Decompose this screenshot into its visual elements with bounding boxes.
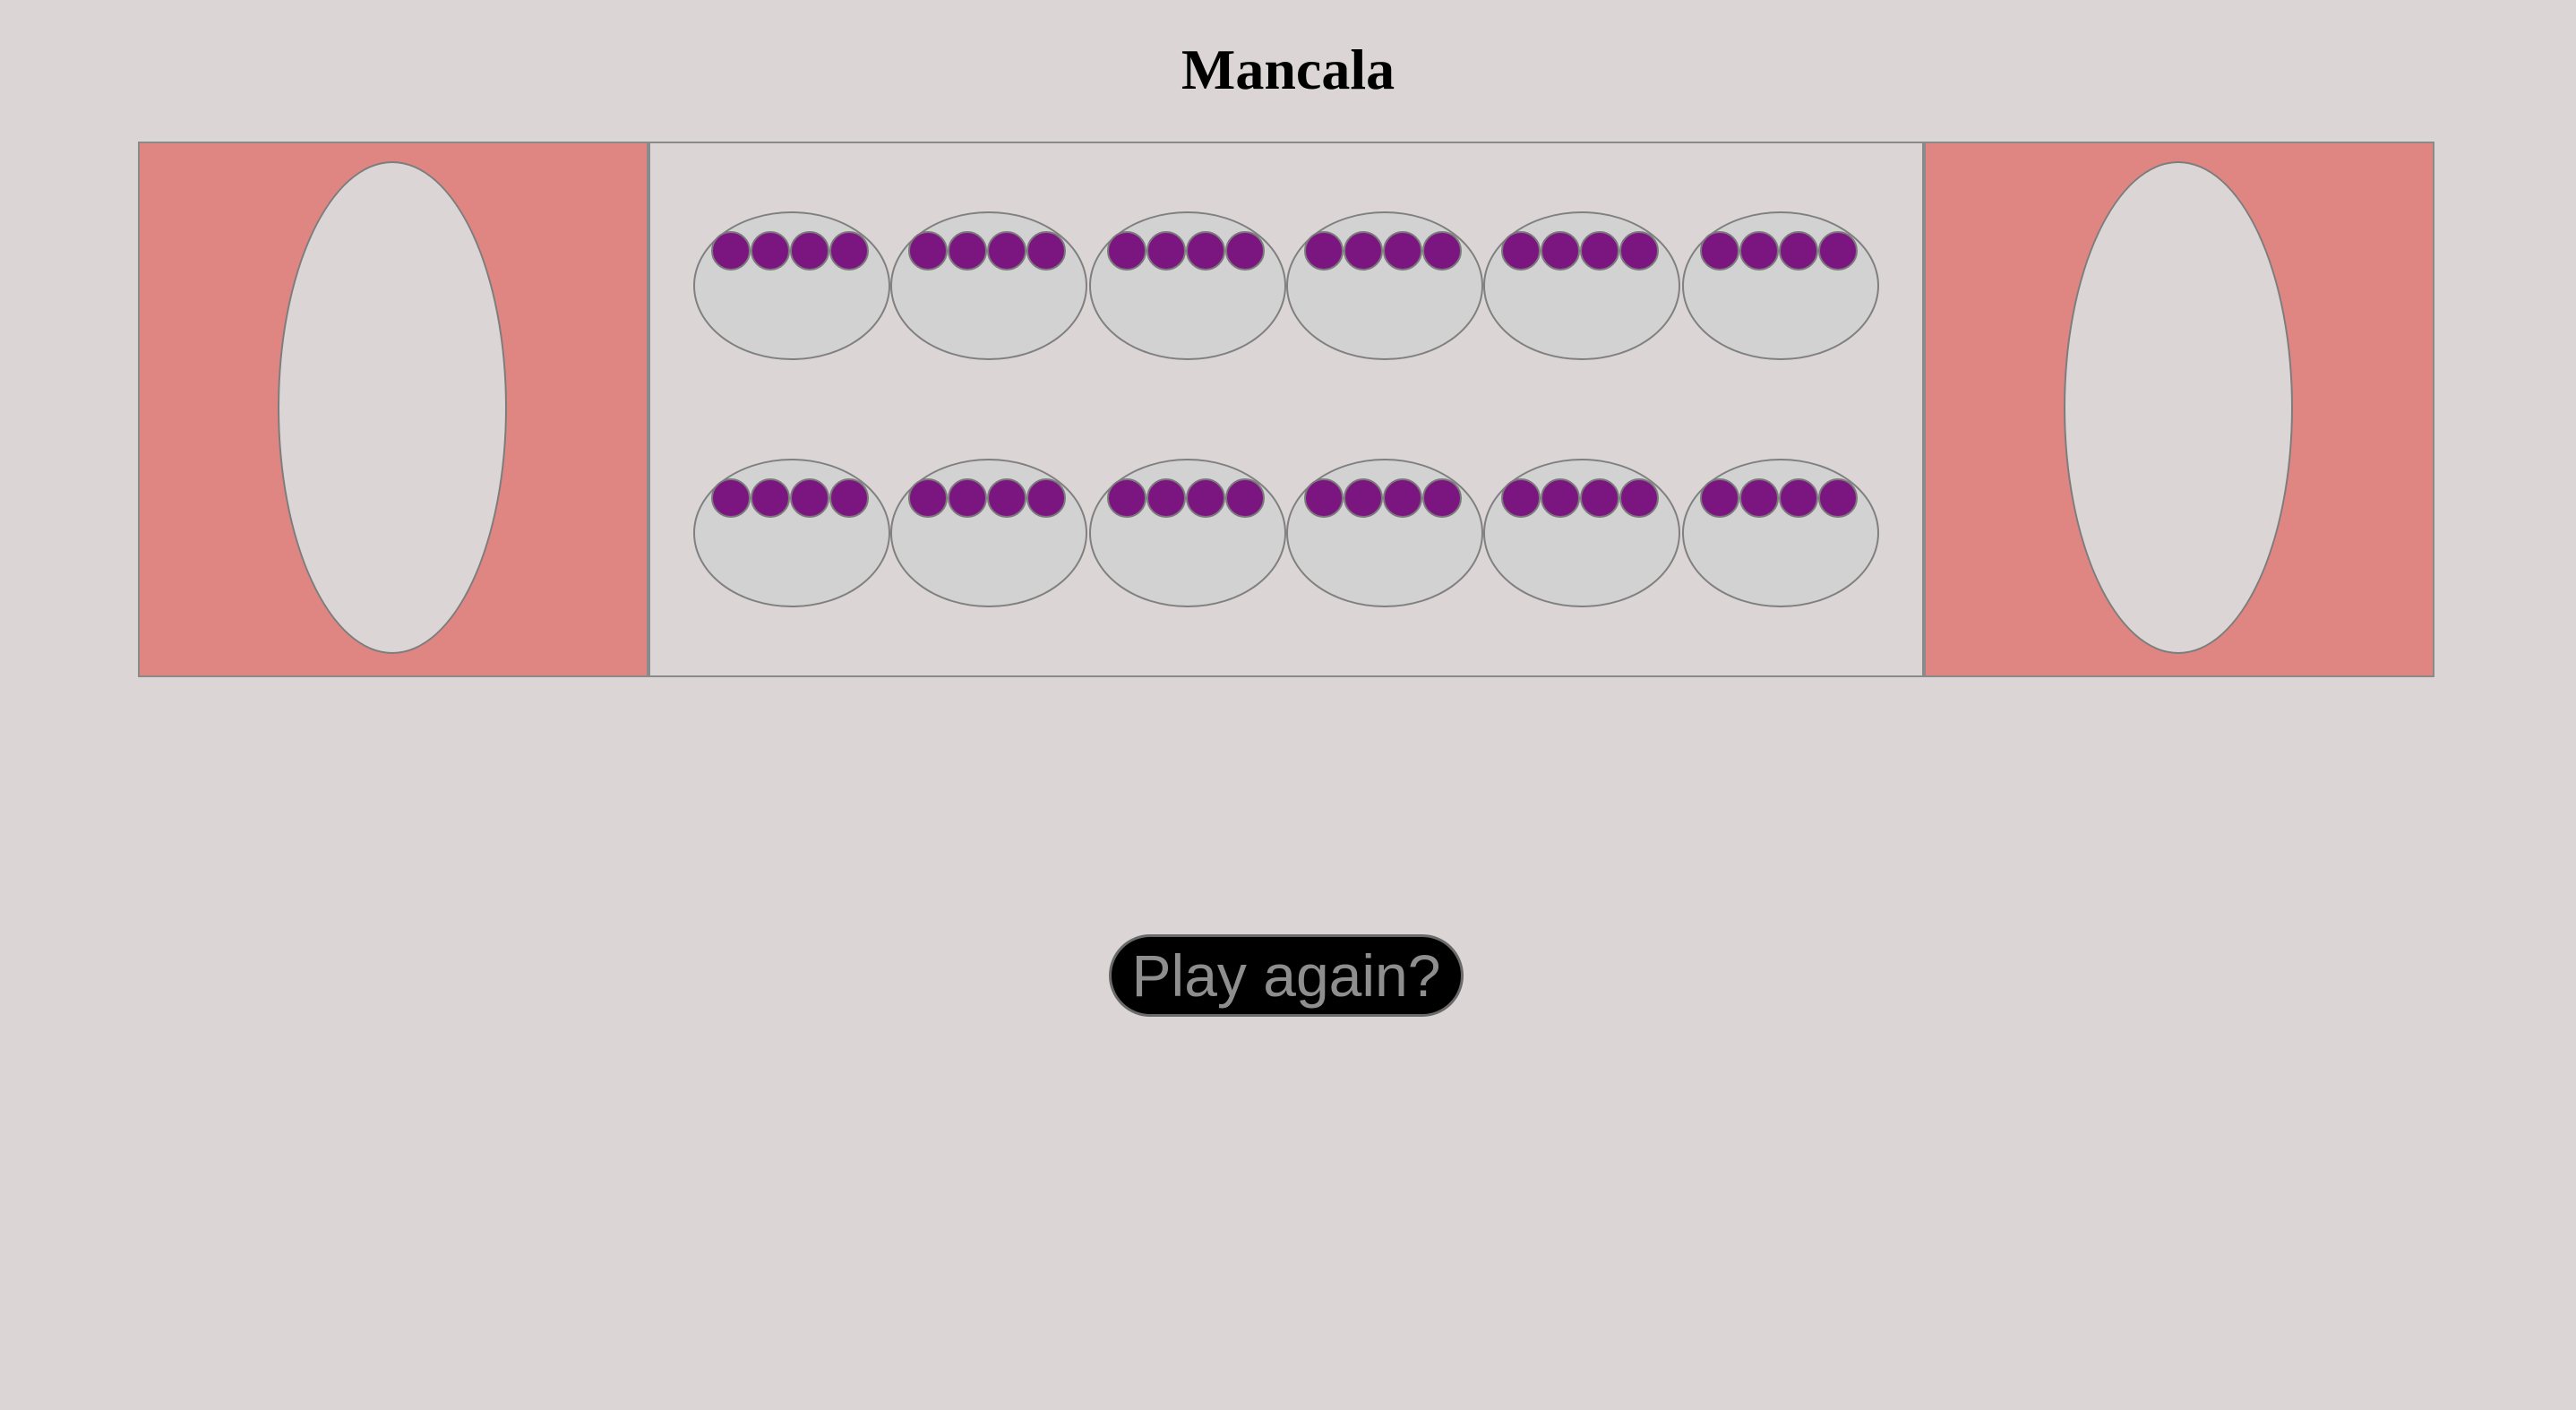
pit-seeds xyxy=(1700,231,1858,271)
seed xyxy=(1501,478,1541,518)
seed xyxy=(1026,231,1066,271)
pit-seeds xyxy=(711,478,869,518)
seed xyxy=(1107,231,1146,271)
pit[interactable] xyxy=(1286,459,1483,607)
pit[interactable] xyxy=(693,459,890,607)
seed xyxy=(1422,231,1462,271)
pit[interactable] xyxy=(890,459,1087,607)
pit[interactable] xyxy=(1682,211,1879,360)
seed xyxy=(1146,478,1186,518)
seed xyxy=(1107,478,1146,518)
store-left-hole[interactable] xyxy=(278,161,507,654)
pit-seeds xyxy=(1700,478,1858,518)
mancala-board xyxy=(138,142,2434,677)
seed xyxy=(1383,231,1422,271)
seed xyxy=(1225,231,1265,271)
seed xyxy=(1779,478,1818,518)
seed xyxy=(1146,231,1186,271)
seed xyxy=(790,478,829,518)
seed xyxy=(1304,478,1344,518)
store-right xyxy=(1924,142,2434,677)
play-again-button[interactable]: Play again? xyxy=(1109,934,1464,1017)
seed xyxy=(1026,478,1066,518)
seed xyxy=(751,231,790,271)
seed xyxy=(1619,478,1659,518)
pit[interactable] xyxy=(693,211,890,360)
pit[interactable] xyxy=(1286,211,1483,360)
pit[interactable] xyxy=(1089,211,1286,360)
page-title: Mancala xyxy=(1181,38,1395,101)
store-right-hole[interactable] xyxy=(2064,161,2293,654)
seed xyxy=(1501,231,1541,271)
pit-seeds xyxy=(1304,231,1462,271)
pit-seeds xyxy=(1501,478,1659,518)
seed xyxy=(1818,231,1858,271)
seed xyxy=(1541,478,1580,518)
seed xyxy=(1304,231,1344,271)
pit-seeds xyxy=(908,478,1066,518)
seed xyxy=(1225,478,1265,518)
seed xyxy=(751,478,790,518)
seed xyxy=(1700,478,1739,518)
seed xyxy=(1700,231,1739,271)
seed xyxy=(829,478,869,518)
seed xyxy=(1541,231,1580,271)
seed xyxy=(790,231,829,271)
seed xyxy=(1186,478,1225,518)
store-left xyxy=(138,142,648,677)
seed xyxy=(948,231,987,271)
seed xyxy=(829,231,869,271)
seed xyxy=(711,478,751,518)
seed xyxy=(1383,478,1422,518)
seed xyxy=(1422,478,1462,518)
seed xyxy=(1344,478,1383,518)
pit[interactable] xyxy=(1089,459,1286,607)
seed xyxy=(1779,231,1818,271)
seed xyxy=(1580,231,1619,271)
seed xyxy=(908,478,948,518)
seed xyxy=(987,231,1026,271)
pit-seeds xyxy=(1107,231,1265,271)
pit[interactable] xyxy=(890,211,1087,360)
seed xyxy=(908,231,948,271)
seed xyxy=(1739,478,1779,518)
seed xyxy=(1739,231,1779,271)
seed xyxy=(711,231,751,271)
pit-seeds xyxy=(1304,478,1462,518)
seed xyxy=(1580,478,1619,518)
seed xyxy=(1619,231,1659,271)
pits-area xyxy=(648,142,1924,677)
seed xyxy=(1344,231,1383,271)
seed xyxy=(1186,231,1225,271)
pit-seeds xyxy=(1107,478,1265,518)
pit[interactable] xyxy=(1483,459,1680,607)
pit[interactable] xyxy=(1682,459,1879,607)
pit-seeds xyxy=(908,231,1066,271)
seed xyxy=(987,478,1026,518)
seed xyxy=(948,478,987,518)
seed xyxy=(1818,478,1858,518)
pit-seeds xyxy=(711,231,869,271)
pit[interactable] xyxy=(1483,211,1680,360)
pit-seeds xyxy=(1501,231,1659,271)
